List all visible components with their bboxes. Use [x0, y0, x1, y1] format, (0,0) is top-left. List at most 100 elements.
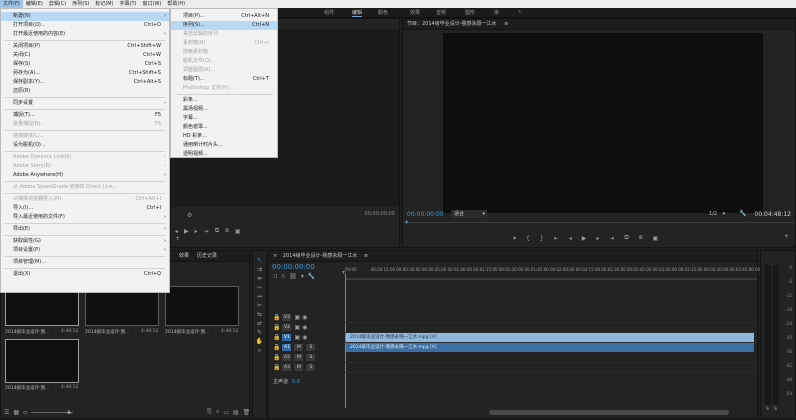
menu-item[interactable]: 字幕...	[171, 114, 277, 123]
tab-history[interactable]: 历史记录	[197, 251, 217, 261]
icon-view-icon[interactable]: ▦	[13, 409, 19, 416]
menu-item[interactable]: 脱机文件(O)...	[171, 57, 277, 66]
audio-clip[interactable]: 2014级毕业设计-我感永隔一江水.mpg [A]	[346, 343, 754, 352]
menu-item[interactable]: 打开最近使用的内容(E) ›	[1, 30, 169, 39]
program-scrubber[interactable]	[403, 222, 795, 223]
master-volume[interactable]: 0.0	[292, 379, 300, 385]
clear-icon[interactable]: 🗑	[243, 409, 251, 416]
wrench-icon[interactable]: 🔧	[739, 210, 746, 217]
menu-7[interactable]: 帮助(H)	[164, 0, 188, 8]
slider-handle-icon[interactable]: ▲	[67, 409, 71, 415]
pen-tool-icon[interactable]: ✎	[257, 329, 262, 336]
menu-item[interactable]: 退出(X) Ctrl+Q	[1, 270, 169, 279]
media-thumbnail[interactable]	[5, 339, 79, 383]
track-target-button[interactable]: V1	[282, 334, 292, 341]
overwrite-icon[interactable]: ⧈	[225, 227, 229, 235]
automate-to-sequence-icon[interactable]: ⎘	[207, 408, 212, 416]
mark-out-icon[interactable]: }	[540, 235, 544, 242]
menu-item[interactable]: 导入(I)... Ctrl+I	[1, 204, 169, 213]
export-frame-icon[interactable]: ▣	[653, 235, 659, 242]
menu-3[interactable]: 序列(S)	[69, 0, 92, 8]
menu-item[interactable]: 关闭项目(P) Ctrl+Shift+W	[1, 42, 169, 51]
lock-icon[interactable]: 🔒	[273, 334, 280, 341]
track-target-button[interactable]: A1	[282, 344, 292, 351]
export-frame-icon[interactable]: ▣	[235, 228, 241, 235]
menu-0[interactable]: 文件(F)	[0, 0, 23, 8]
workspace-tab[interactable]: 颜色	[378, 9, 388, 16]
workspace-tab[interactable]: 音频	[436, 9, 446, 16]
menu-item[interactable]: 从 Adobe SpeedGrade 链接的 Direct Link...	[1, 183, 169, 192]
work-area-bar[interactable]	[345, 278, 757, 280]
slide-tool-icon[interactable]: ⇄	[257, 320, 262, 327]
step-back-icon[interactable]: ◂	[175, 228, 178, 235]
program-current-timecode[interactable]: 00:00:00:00	[407, 211, 444, 218]
step-back-icon[interactable]: ◂	[569, 235, 572, 242]
razor-tool-icon[interactable]: ✂	[257, 302, 262, 309]
solo-right[interactable]: S	[774, 407, 777, 412]
mute-button[interactable]: M	[294, 344, 304, 351]
menu-item[interactable]: 彩条...	[171, 96, 277, 105]
menu-item[interactable]: 设为脱机(O)...	[1, 141, 169, 150]
menu-4[interactable]: 标记(M)	[92, 0, 116, 8]
source-settings-icon[interactable]: ⚙	[187, 212, 192, 219]
rate-stretch-tool-icon[interactable]: ↔	[257, 293, 262, 300]
resolution-select[interactable]: 1/2 ▾	[709, 210, 735, 218]
track-select-tool-icon[interactable]: ⇉	[257, 266, 262, 273]
menu-item[interactable]: 获取属性(G) ›	[1, 237, 169, 246]
rolling-edit-tool-icon[interactable]: ⇿	[257, 284, 262, 291]
menu-5[interactable]: 字幕(T)	[117, 0, 140, 8]
tab-effects[interactable]: 效果	[179, 251, 189, 261]
tab-menu-icon[interactable]: ≡	[364, 253, 368, 259]
toggle-sync-lock-icon[interactable]: ▣	[294, 314, 300, 321]
list-view-icon[interactable]: ☰	[4, 409, 9, 416]
media-thumbnail[interactable]	[165, 286, 239, 326]
find-icon[interactable]: ⌕	[216, 408, 219, 416]
menu-item[interactable]: 黑场视频...	[171, 105, 277, 114]
lock-icon[interactable]: 🔒	[273, 364, 280, 371]
menu-1[interactable]: 编辑(E)	[23, 0, 46, 8]
playhead-marker-icon[interactable]: ▾	[405, 219, 408, 226]
play-icon[interactable]: ▶	[184, 228, 189, 235]
lock-icon[interactable]: 🔒	[273, 344, 280, 351]
extract-icon[interactable]: ⧈	[639, 234, 643, 242]
eye-icon[interactable]: ◉	[302, 334, 307, 341]
scrollbar-thumb[interactable]	[489, 409, 729, 415]
menu-item[interactable]: 搜索素材箱	[171, 48, 277, 57]
timeline-scrollbar[interactable]	[269, 407, 757, 417]
step-forward-icon[interactable]: ▸	[596, 235, 599, 242]
menu-item[interactable]: 导出(E) ›	[1, 225, 169, 234]
track-target-button[interactable]: V3	[282, 314, 292, 321]
zoom-out-icon[interactable]: ▫	[23, 409, 27, 416]
mute-button[interactable]: M	[294, 364, 304, 371]
play-icon[interactable]: ▶	[582, 235, 587, 242]
workspace-tab[interactable]: 库	[494, 9, 499, 16]
lock-icon[interactable]: 🔒	[273, 314, 280, 321]
workspace-tab[interactable]: 图形	[465, 9, 475, 16]
add-marker-icon[interactable]: ▾	[513, 235, 516, 242]
menu-item[interactable]: 透明视频...	[171, 150, 277, 159]
lift-icon[interactable]: ⧉	[624, 234, 628, 242]
mute-button[interactable]: M	[294, 354, 304, 361]
menu-item[interactable]: 保存副本(Y)... Ctrl+Alt+S	[1, 78, 169, 87]
workspace-more-icon[interactable]: »	[518, 9, 521, 15]
menu-item[interactable]: 项目管理(M)...	[1, 258, 169, 267]
menu-item[interactable]: 从媒体浏览器导入(M) Ctrl+Alt+I	[1, 195, 169, 204]
mark-in-icon[interactable]: {	[526, 235, 530, 242]
menu-item[interactable]: 捕捉(T)... F5	[1, 111, 169, 120]
ripple-edit-tool-icon[interactable]: ⇹	[257, 275, 262, 282]
slip-tool-icon[interactable]: ⇆	[257, 311, 262, 318]
menu-item[interactable]: 导入最近使用的文件(F) ›	[1, 213, 169, 222]
time-ruler[interactable]: 00:00 00:00:15:00 00:00:30:00 00:00:45:00 00…	[345, 267, 779, 277]
solo-button[interactable]: S	[306, 344, 316, 351]
menu-item[interactable]: 新建(N) ›	[1, 12, 169, 21]
menu-item[interactable]: HD 彩条...	[171, 132, 277, 141]
menu-item[interactable]: 序列(S)... Ctrl+N	[171, 21, 277, 30]
menu-item[interactable]: Adobe Anywhere(H) ›	[1, 171, 169, 180]
new-item-icon[interactable]: ▤	[233, 409, 239, 416]
menu-item[interactable]: 来自剪辑的序列	[171, 30, 277, 39]
menu-2[interactable]: 剪辑(C)	[46, 0, 69, 8]
menu-item[interactable]: 还原(R)	[1, 87, 169, 96]
menu-item[interactable]: 项目(P)... Ctrl+Alt+N	[171, 12, 277, 21]
program-monitor-tab[interactable]: 节目：2014级毕业设计-我感永隔一江水	[407, 21, 497, 27]
menu-item[interactable]: Photoshop 文件(H)...	[171, 84, 277, 93]
